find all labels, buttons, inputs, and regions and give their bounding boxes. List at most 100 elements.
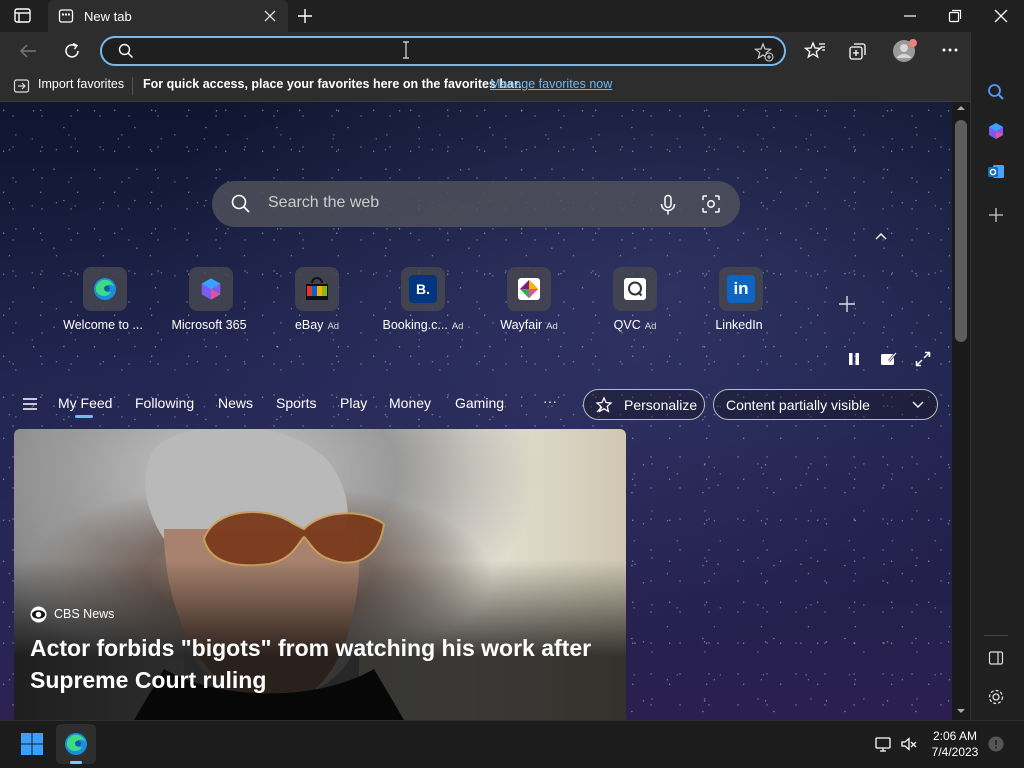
quick-link-welcome[interactable]: Welcome to ... xyxy=(52,267,158,337)
quick-link-label: QVC xyxy=(613,318,641,332)
quick-link-label: Microsoft 365 xyxy=(171,318,247,332)
import-favorites-button[interactable]: Import favorites xyxy=(38,77,124,91)
new-tab-button[interactable] xyxy=(296,7,314,25)
sidebar-outlook-icon[interactable] xyxy=(987,163,1005,181)
quick-link-ebay[interactable]: eBay Ad xyxy=(264,267,370,337)
favbar-divider xyxy=(132,77,133,95)
add-quick-link-icon[interactable] xyxy=(837,294,857,314)
scroll-down-icon[interactable] xyxy=(956,707,966,715)
linkedin-icon: in xyxy=(719,267,763,311)
ad-label: Ad xyxy=(546,321,558,332)
manage-favorites-link[interactable]: Manage favorites now xyxy=(490,77,612,91)
personalize-label: Personalize xyxy=(624,397,698,413)
taskbar-edge-icon xyxy=(63,731,89,757)
volume-muted-icon[interactable] xyxy=(900,735,918,753)
scroll-up-icon[interactable] xyxy=(956,104,966,112)
ad-label: Ad xyxy=(451,321,464,332)
collections-icon[interactable] xyxy=(848,41,868,61)
tab-new-tab[interactable]: New tab xyxy=(48,0,288,32)
network-icon[interactable] xyxy=(874,735,892,753)
profile-avatar[interactable] xyxy=(892,38,918,64)
tab-title: New tab xyxy=(84,8,132,24)
card-source[interactable]: CBS News xyxy=(54,607,114,621)
scrollbar-thumb[interactable] xyxy=(955,120,967,342)
clock-time[interactable]: 2:06 AM xyxy=(930,729,980,743)
close-window-icon[interactable] xyxy=(994,9,1008,23)
linkedin-glyph: in xyxy=(727,275,755,303)
edge-icon xyxy=(83,267,127,311)
tab-news[interactable]: News xyxy=(218,395,253,411)
personalize-button[interactable]: Personalize xyxy=(583,389,705,420)
pause-background-icon[interactable] xyxy=(846,351,862,367)
refresh-icon[interactable] xyxy=(62,41,82,61)
quick-link-label: Wayfair xyxy=(500,318,543,332)
running-indicator xyxy=(70,761,82,764)
add-favorite-icon[interactable] xyxy=(754,42,774,62)
quick-link-label: Booking.c... xyxy=(382,318,448,332)
favorites-bar-message: For quick access, place your favorites h… xyxy=(143,77,522,91)
sidebar-divider xyxy=(984,635,1008,636)
sidebar-add-icon[interactable] xyxy=(988,207,1004,223)
content-visibility-dropdown[interactable]: Content partially visible xyxy=(713,389,938,420)
quick-link-label: eBay xyxy=(294,318,324,332)
active-tab-indicator xyxy=(75,415,93,418)
chevron-down-icon xyxy=(911,400,925,410)
collapse-chevron-icon[interactable] xyxy=(874,231,888,241)
clock-date[interactable]: 7/4/2023 xyxy=(930,745,980,759)
back-icon[interactable] xyxy=(18,42,38,60)
booking-icon: B. xyxy=(401,267,445,311)
quick-link-linkedin[interactable]: in LinkedIn xyxy=(688,267,794,337)
sidebar-settings-icon[interactable] xyxy=(987,688,1005,706)
tab-sports[interactable]: Sports xyxy=(276,395,316,411)
quick-link-microsoft-365[interactable]: Microsoft 365 xyxy=(158,267,264,337)
quick-link-booking[interactable]: B. Booking.c... Ad xyxy=(370,267,476,337)
sidebar-search-icon[interactable] xyxy=(987,83,1005,101)
tab-play[interactable]: Play xyxy=(340,395,367,411)
quick-link-wayfair[interactable]: Wayfair Ad xyxy=(476,267,582,337)
close-tab-icon[interactable] xyxy=(264,10,276,22)
tab-money[interactable]: Money xyxy=(389,395,431,411)
more-tabs-button[interactable]: ··· xyxy=(543,393,557,409)
microphone-icon[interactable] xyxy=(659,194,677,216)
tab-actions-icon[interactable] xyxy=(12,6,34,26)
ebay-icon xyxy=(295,267,339,311)
minimize-icon[interactable] xyxy=(903,10,917,22)
web-search-icon xyxy=(231,194,251,214)
ad-label: Ad xyxy=(644,321,657,332)
favorites-icon[interactable] xyxy=(804,41,826,61)
personalize-icon xyxy=(595,396,613,414)
tab-following[interactable]: Following xyxy=(135,395,194,411)
sidebar-m365-icon[interactable] xyxy=(987,122,1005,140)
booking-glyph: B. xyxy=(409,275,437,303)
quick-link-label: LinkedIn xyxy=(715,318,763,332)
m365-icon xyxy=(189,267,233,311)
taskbar-edge-button[interactable] xyxy=(56,724,96,764)
import-favorites-icon xyxy=(13,78,31,94)
cbs-logo-icon xyxy=(30,606,47,623)
quick-link-label: Welcome to ... xyxy=(63,318,143,332)
new-tab-icon xyxy=(58,8,74,24)
hide-sidebar-icon[interactable] xyxy=(988,650,1004,666)
favorites-bar: Import favorites For quick access, place… xyxy=(0,70,970,102)
taskbar xyxy=(0,720,1024,768)
expand-icon[interactable] xyxy=(915,351,931,367)
settings-more-icon[interactable] xyxy=(940,43,960,57)
ad-label: Ad xyxy=(327,321,340,332)
web-search-input[interactable]: Search the web xyxy=(268,194,379,212)
wayfair-icon xyxy=(507,267,551,311)
quick-link-qvc[interactable]: QVC Ad xyxy=(582,267,688,337)
content-visibility-value: Content partially visible xyxy=(726,397,870,413)
notification-icon[interactable] xyxy=(988,736,1004,752)
restore-icon[interactable] xyxy=(948,9,962,23)
tab-gaming[interactable]: Gaming xyxy=(455,395,504,411)
search-icon xyxy=(118,43,134,59)
qvc-icon xyxy=(613,267,657,311)
edit-background-icon[interactable] xyxy=(880,351,898,367)
menu-icon[interactable] xyxy=(22,397,38,411)
card-headline[interactable]: Actor forbids "bigots" from watching his… xyxy=(30,632,610,696)
visual-search-icon[interactable] xyxy=(701,194,721,214)
address-bar[interactable] xyxy=(100,36,786,66)
windows-start-icon[interactable] xyxy=(20,732,44,756)
text-cursor-icon xyxy=(402,41,410,59)
tab-my-feed[interactable]: My Feed xyxy=(58,395,112,411)
